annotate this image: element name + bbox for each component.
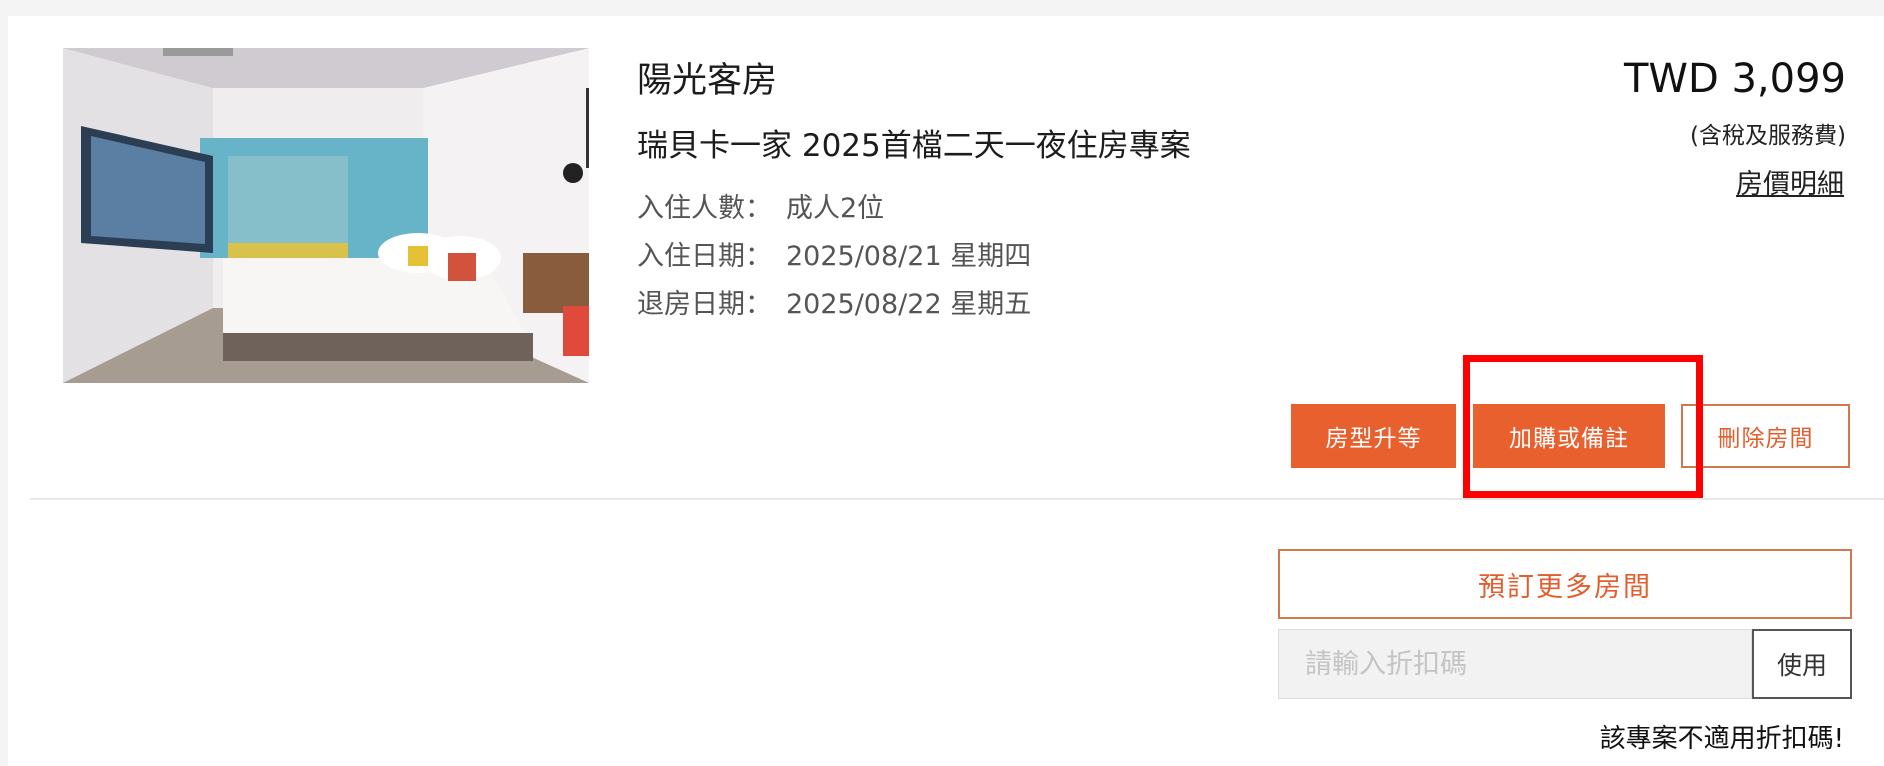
divider — [30, 498, 1884, 500]
checkout-row: 退房日期： 2025/08/22 星期五 — [637, 282, 1031, 321]
checkout-label: 退房日期： — [637, 289, 772, 320]
coupon-code-input[interactable] — [1278, 629, 1752, 699]
checkin-label: 入住日期： — [637, 241, 772, 272]
room-card: 陽光客房 瑞貝卡一家 2025首檔二天一夜住房專案 入住人數： 成人2位 入住日期… — [8, 16, 1884, 766]
guests-row: 入住人數： 成人2位 — [637, 186, 884, 225]
checkout-value: 2025/08/22 星期五 — [786, 289, 1032, 320]
tax-note: (含稅及服務費) — [1690, 123, 1846, 149]
upgrade-room-button[interactable]: 房型升等 — [1291, 404, 1456, 468]
checkin-row: 入住日期： 2025/08/21 星期四 — [637, 234, 1031, 273]
guests-value: 成人2位 — [786, 193, 885, 224]
room-name: 陽光客房 — [637, 61, 778, 101]
book-more-rooms-button[interactable]: 預訂更多房間 — [1278, 549, 1852, 619]
addon-notes-button[interactable]: 加購或備註 — [1473, 404, 1665, 468]
room-photo — [63, 48, 589, 383]
room-price: TWD 3,099 — [1623, 56, 1846, 102]
checkin-value: 2025/08/21 星期四 — [786, 241, 1032, 272]
coupon-not-applicable-note: 該專案不適用折扣碼! — [1599, 724, 1844, 754]
plan-name: 瑞貝卡一家 2025首檔二天一夜住房專案 — [637, 128, 1191, 164]
apply-coupon-button[interactable]: 使用 — [1752, 629, 1852, 699]
delete-room-button[interactable]: 刪除房間 — [1681, 404, 1850, 468]
price-detail-link[interactable]: 房價明細 — [1736, 162, 1844, 201]
guests-label: 入住人數： — [637, 193, 772, 224]
